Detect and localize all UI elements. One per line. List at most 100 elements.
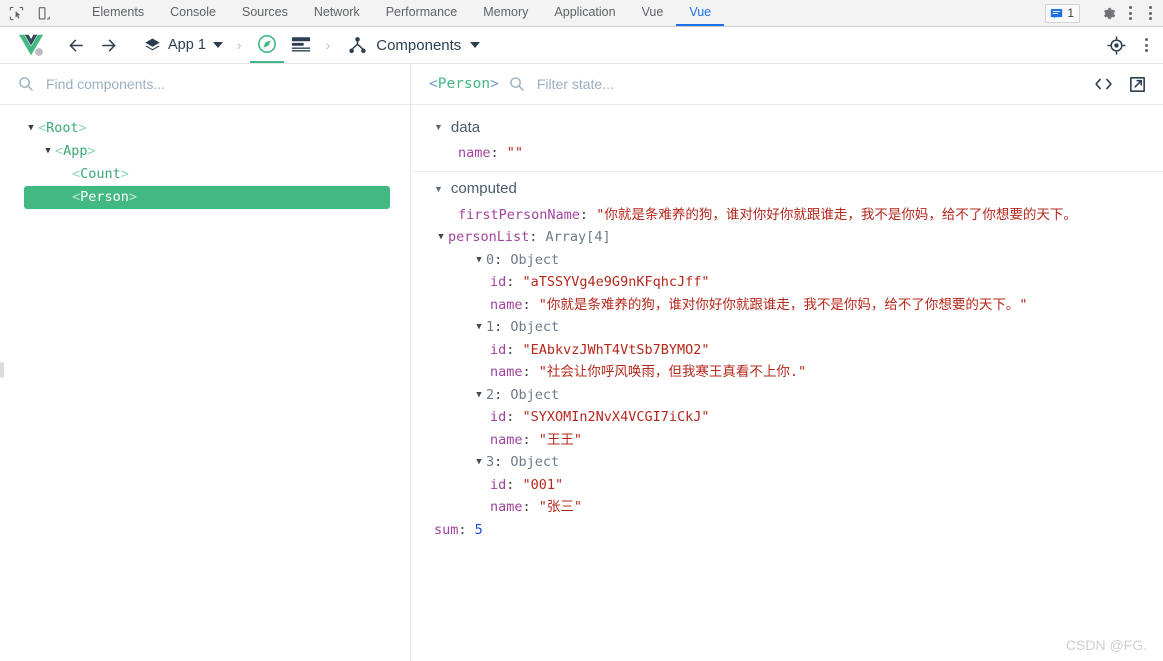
tab-application[interactable]: Application: [541, 0, 628, 26]
tag-bracket-close: >: [128, 189, 138, 205]
messages-badge[interactable]: 1: [1045, 3, 1080, 23]
tab-vue-1[interactable]: Vue: [629, 0, 677, 26]
component-tree-pane: ▼ <Root> ▼ <App> ▼ <Count> ▼ <Person>: [0, 64, 411, 661]
main-split: ▼ <Root> ▼ <App> ▼ <Count> ▼ <Person>: [0, 64, 1163, 661]
state-key: name: [458, 145, 491, 161]
caret-icon[interactable]: ▼: [41, 140, 55, 163]
state-key: name: [490, 499, 523, 515]
caret-icon[interactable]: ▼: [472, 451, 486, 474]
caret-icon[interactable]: ▼: [472, 384, 486, 407]
group-title: data: [450, 118, 481, 136]
state-value: "": [506, 145, 524, 161]
colon: :: [506, 274, 523, 290]
find-components-row: [0, 64, 410, 105]
group-header-computed[interactable]: ▼ computed: [411, 174, 1163, 204]
state-key: id: [490, 341, 507, 358]
state-row-data-name[interactable]: name: "": [411, 142, 1163, 165]
state-value: "aTSSYVg4e9G9nKFqhcJff": [522, 274, 710, 290]
group-header-data[interactable]: ▼ data: [411, 112, 1163, 142]
state-value: "EAbkvzJWhT4VtSb7BYMO2": [522, 341, 710, 358]
state-row-item-1-name[interactable]: name: "社会让你呼风唤雨，但我寒王真看不上你.": [411, 361, 1163, 384]
pane-resize-handle[interactable]: [0, 362, 4, 378]
state-row-item-1[interactable]: ▼ 1: Object: [411, 316, 1163, 339]
group-title: computed: [450, 180, 517, 197]
state-row-item-3[interactable]: ▼ 3: Object: [411, 451, 1163, 474]
compass-icon: [257, 35, 276, 53]
state-row-item-0-name[interactable]: name: "你就是条难养的狗，谁对你好你就跟谁走，我不是你妈，给不了你想要的天…: [411, 294, 1163, 317]
code-brackets-icon[interactable]: [1091, 72, 1115, 96]
caret-icon: ▼: [434, 183, 443, 194]
tree-node-app[interactable]: ▼ < App >: [41, 140, 398, 163]
bracket-open: <: [429, 76, 438, 92]
inspect-element-icon[interactable]: [8, 5, 25, 22]
state-key: name: [490, 364, 523, 380]
state-row-firstPersonName[interactable]: firstPersonName: "你就是条难养的狗，谁对你好你就跟谁走，我不是…: [411, 204, 1163, 227]
state-key: 1: [486, 319, 495, 335]
tab-performance[interactable]: Performance: [373, 0, 471, 26]
search-icon: [19, 77, 33, 91]
state-row-sum[interactable]: sum: 5: [411, 519, 1163, 542]
tab-components-icon[interactable]: [249, 27, 284, 63]
state-row-item-3-id[interactable]: id: "001": [411, 474, 1163, 497]
caret-icon[interactable]: ▼: [24, 117, 38, 140]
devtools-left-icons: [0, 0, 79, 26]
search-input[interactable]: [44, 75, 392, 93]
open-in-new-icon[interactable]: [1125, 72, 1149, 96]
search-icon: [510, 77, 524, 91]
vue-logo[interactable]: [18, 32, 46, 58]
state-inspector-pane: <Person> Filter state... ▼ data name: "…: [411, 64, 1163, 661]
tag-bracket-close: >: [120, 166, 129, 182]
state-value: "你就是条难养的狗，谁对你好你就跟谁走，我不是你妈，给不了你想要的天下。": [538, 296, 1028, 313]
vue-more-options-icon[interactable]: [1137, 35, 1155, 55]
state-row-item-2-id[interactable]: id: "SYXOMIn2NvX4VCGI7iCkJ": [411, 406, 1163, 429]
devtools-more-options-icon[interactable]: [1121, 3, 1139, 23]
pane-title-label: Components: [376, 36, 462, 54]
state-key: name: [490, 431, 523, 448]
colon: :: [458, 521, 475, 538]
state-row-item-3-name[interactable]: name: "张三": [411, 496, 1163, 519]
tree-node-count[interactable]: ▼ <Count>: [58, 163, 398, 186]
state-row-item-2[interactable]: ▼ 2: Object: [411, 384, 1163, 407]
state-row-item-0-id[interactable]: id: "aTSSYVg4e9G9nKFqhcJff": [411, 271, 1163, 294]
state-key: 0: [486, 251, 495, 268]
select-component-icon[interactable]: [1101, 31, 1131, 59]
colon: :: [494, 251, 511, 268]
tree-node-label: Count: [80, 166, 121, 182]
tree-node-person[interactable]: ▼ <Person>: [24, 186, 390, 209]
devtools-more-options-icon-2[interactable]: [1141, 3, 1159, 23]
state-row-item-1-id[interactable]: id: "EAbkvzJWhT4VtSb7BYMO2": [411, 339, 1163, 362]
tab-sources[interactable]: Sources: [229, 0, 301, 26]
device-toolbar-icon[interactable]: [35, 5, 52, 22]
state-row-item-0[interactable]: ▼ 0: Object: [411, 249, 1163, 272]
forward-arrow-icon[interactable]: [92, 30, 124, 60]
tag-bracket-open: <: [72, 166, 81, 182]
app-selector[interactable]: App 1: [138, 34, 229, 57]
tab-elements[interactable]: Elements: [79, 0, 157, 26]
tree-node-label: Person: [80, 189, 129, 205]
tab-network[interactable]: Network: [301, 0, 373, 26]
chevron-down-icon: [212, 42, 223, 48]
gear-icon[interactable]: [1097, 3, 1119, 23]
tab-vue-2[interactable]: Vue: [676, 0, 725, 26]
state-value: 5: [474, 521, 483, 538]
state-row-personList[interactable]: ▼ personList: Array[4]: [411, 226, 1163, 249]
colon: :: [522, 499, 539, 515]
tab-console[interactable]: Console: [157, 0, 229, 26]
caret-icon[interactable]: ▼: [434, 226, 448, 249]
tab-memory[interactable]: Memory: [470, 0, 541, 26]
caret-icon[interactable]: ▼: [472, 249, 486, 272]
colon: :: [522, 431, 539, 448]
state-key: id: [490, 409, 507, 425]
back-arrow-icon[interactable]: [60, 30, 92, 60]
state-key: personList: [448, 229, 530, 245]
devtools-tab-bar: Elements Console Sources Network Perform…: [0, 0, 1163, 27]
state-key: id: [490, 274, 507, 290]
filter-state-input[interactable]: [534, 75, 1081, 93]
tree-node-root[interactable]: ▼ < Root >: [24, 117, 398, 140]
tag-bracket-open: <: [55, 143, 64, 159]
tab-timeline-icon[interactable]: [284, 27, 318, 63]
tag-bracket-open: <: [72, 189, 81, 205]
caret-icon[interactable]: ▼: [472, 316, 486, 339]
state-row-item-2-name[interactable]: name: "王王": [411, 429, 1163, 452]
components-pane-selector[interactable]: Components: [348, 36, 481, 55]
